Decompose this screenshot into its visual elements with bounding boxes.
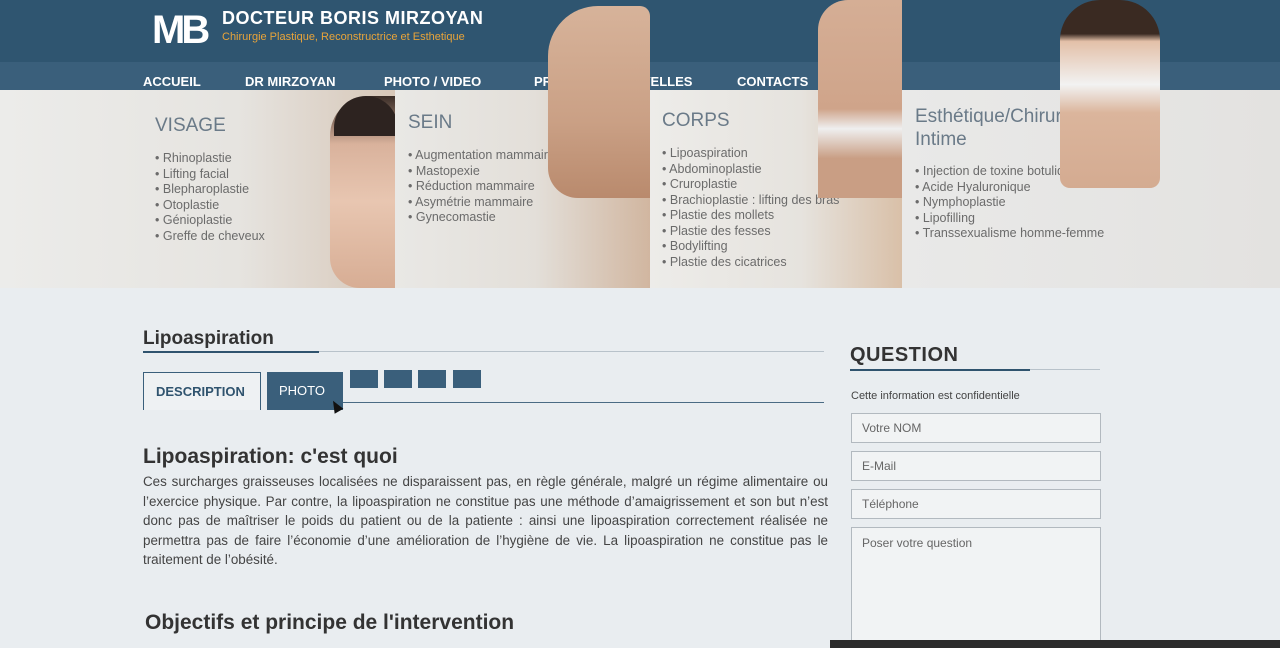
brand-tagline: Chirurgie Plastique, Reconstructrice et … bbox=[222, 31, 465, 43]
list-item[interactable]: Blepharoplastie bbox=[155, 182, 265, 198]
title-underline bbox=[143, 351, 319, 353]
section-paragraph: Ces surcharges graisseuses localisées ne… bbox=[143, 474, 828, 567]
list-item[interactable]: Bodylifting bbox=[662, 239, 839, 255]
question-title: QUESTION bbox=[850, 344, 959, 366]
site-logo[interactable]: MB bbox=[152, 8, 216, 52]
nav-item-photo-video[interactable]: PHOTO / VIDEO bbox=[384, 74, 481, 89]
screen-edge bbox=[830, 640, 1280, 648]
page-title: Lipoaspiration bbox=[143, 328, 274, 349]
list-item[interactable]: Otoplastie bbox=[155, 198, 265, 214]
tabs-divider bbox=[343, 402, 824, 403]
question-underline bbox=[850, 369, 1030, 371]
nav-item-accueil[interactable]: ACCUEIL bbox=[143, 74, 201, 89]
list-item[interactable]: Lifting facial bbox=[155, 167, 265, 183]
list-item[interactable]: Réduction mammaire bbox=[408, 179, 555, 195]
list-item[interactable]: Plastie des fesses bbox=[662, 224, 839, 240]
list-item[interactable]: Génioplastie bbox=[155, 213, 265, 229]
panel-title-corps[interactable]: CORPS bbox=[662, 110, 730, 132]
hair-shape bbox=[334, 96, 395, 136]
panel-title-sein[interactable]: SEIN bbox=[408, 112, 452, 134]
list-item[interactable]: Lipofilling bbox=[915, 211, 1104, 227]
brand-name[interactable]: DOCTEUR BORIS MIRZOYAN bbox=[222, 8, 483, 29]
tab-description[interactable]: DESCRIPTION bbox=[143, 372, 261, 410]
list-item[interactable]: Nymphoplastie bbox=[915, 195, 1104, 211]
list-item[interactable]: Mastopexie bbox=[408, 164, 555, 180]
question-divider bbox=[1030, 369, 1100, 370]
list-item[interactable]: Cruroplastie bbox=[662, 177, 839, 193]
torso-photo bbox=[548, 6, 650, 198]
tab-extra-4[interactable] bbox=[453, 370, 481, 388]
list-item[interactable]: Abdominoplastie bbox=[662, 162, 839, 178]
list-item[interactable]: Plastie des mollets bbox=[662, 208, 839, 224]
panel-title-visage[interactable]: VISAGE bbox=[155, 115, 226, 137]
list-item[interactable]: Greffe de cheveux bbox=[155, 229, 265, 245]
title-divider bbox=[319, 351, 824, 352]
nav-item-dr-mirzoyan[interactable]: DR MIRZOYAN bbox=[245, 74, 336, 89]
list-item[interactable]: Plastie des cicatrices bbox=[662, 255, 839, 271]
body-photo bbox=[818, 0, 902, 198]
list-item[interactable]: Brachioplastie : lifting des bras bbox=[662, 193, 840, 209]
list-item[interactable]: Gynecomastie bbox=[408, 210, 555, 226]
list-item[interactable]: Asymétrie mammaire bbox=[408, 195, 555, 211]
list-item[interactable]: Lipoaspiration bbox=[662, 146, 839, 162]
tab-extra-3[interactable] bbox=[418, 370, 446, 388]
list-item[interactable]: Augmentation mammaire bbox=[408, 148, 555, 164]
list-item[interactable]: Transsexualisme homme-femme bbox=[915, 226, 1105, 242]
panel-list-sein: Augmentation mammaire Mastopexie Réducti… bbox=[408, 148, 555, 226]
tab-extra-1[interactable] bbox=[350, 370, 378, 388]
list-item[interactable]: Rhinoplastie bbox=[155, 151, 265, 167]
panel-list-corps: Lipoaspiration Abdominoplastie Cruroplas… bbox=[662, 146, 839, 270]
email-field[interactable] bbox=[851, 451, 1101, 481]
model-photo bbox=[1060, 0, 1160, 188]
section-heading-objectives: Objectifs et principe de l'intervention bbox=[145, 611, 515, 634]
name-field[interactable] bbox=[851, 413, 1101, 443]
panel-list-visage: Rhinoplastie Lifting facial Blepharoplas… bbox=[155, 151, 265, 244]
phone-field[interactable] bbox=[851, 489, 1101, 519]
confidential-note: Cette information est confidentielle bbox=[851, 390, 1020, 402]
section-heading-what-is: Lipoaspiration: c'est quoi bbox=[143, 445, 398, 468]
question-textarea[interactable] bbox=[851, 527, 1101, 647]
nav-item-contacts[interactable]: CONTACTS bbox=[737, 74, 808, 89]
tab-extra-2[interactable] bbox=[384, 370, 412, 388]
panel-visage[interactable]: VISAGE Rhinoplastie Lifting facial Bleph… bbox=[0, 90, 395, 288]
